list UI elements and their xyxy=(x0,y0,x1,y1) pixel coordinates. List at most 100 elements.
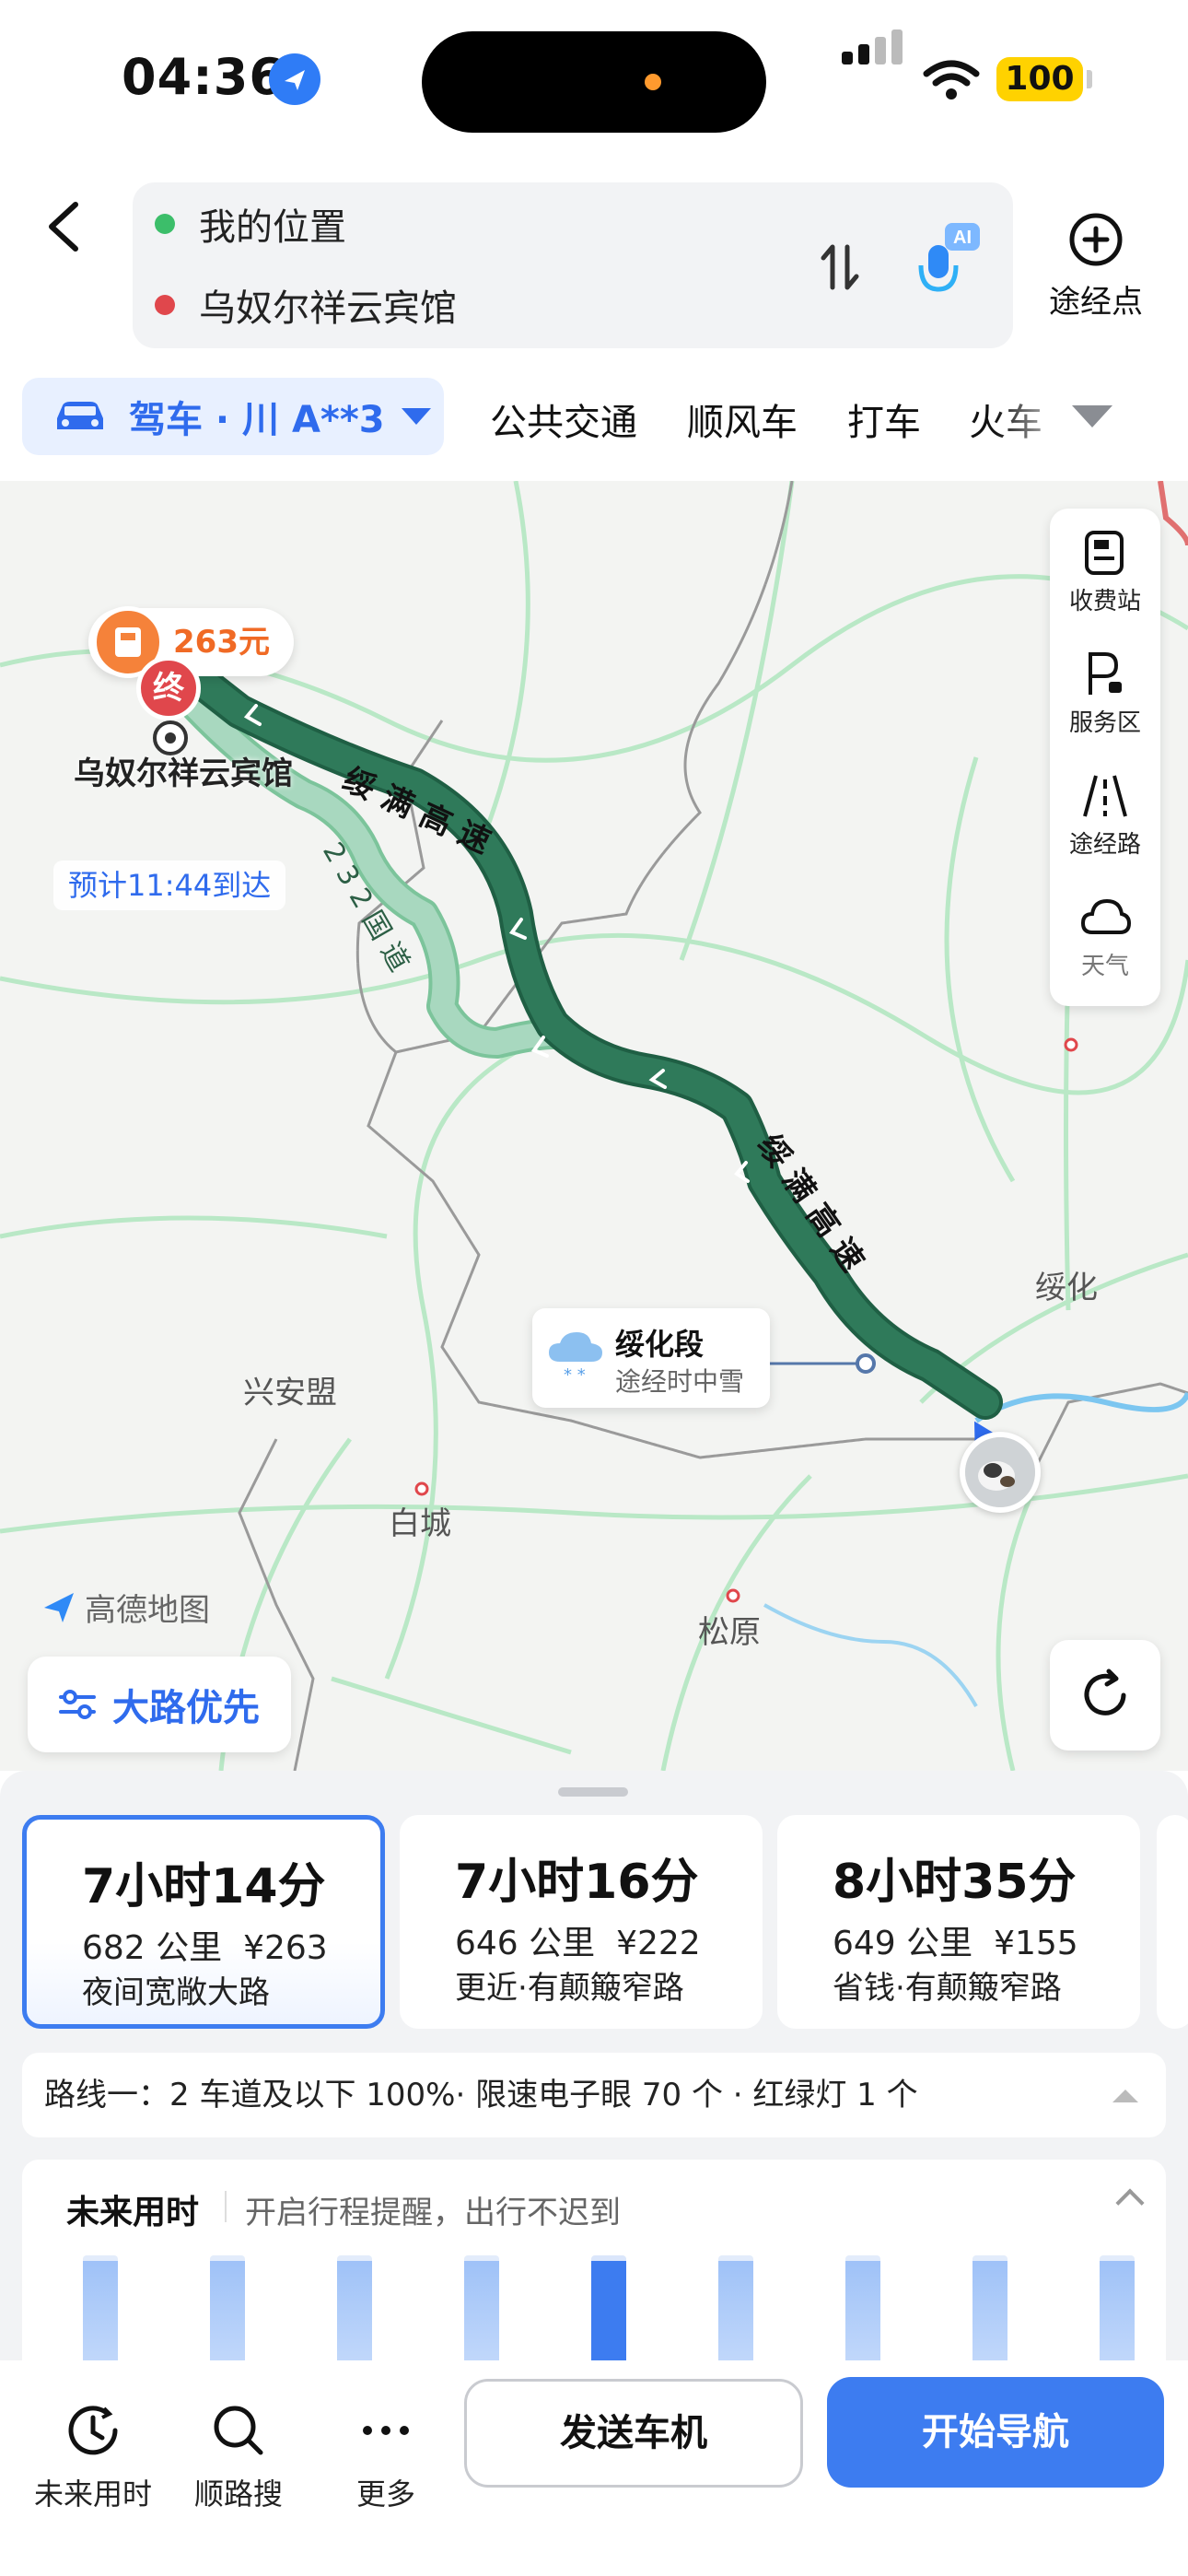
route-duration: 7小时14分 xyxy=(82,1859,326,1914)
ai-voice-icon[interactable]: AI xyxy=(908,219,982,302)
more-button[interactable]: 更多 xyxy=(317,2384,455,2523)
tab-drive-label: 驾车 · 川 A**3 xyxy=(129,399,385,441)
place-baicheng: 白城 xyxy=(389,1505,451,1542)
end-marker[interactable]: 终 xyxy=(136,656,201,720)
chevron-left-icon xyxy=(49,202,78,252)
future-time-title: 未来用时 xyxy=(66,2194,200,2231)
amap-logo-text: 高德地图 xyxy=(85,1592,210,1629)
weather-tool-label: 天气 xyxy=(1080,953,1129,980)
privacy-indicator-icon xyxy=(645,74,661,90)
route-description: 省钱·有颠簸窄路 xyxy=(833,1970,1062,2007)
service-area-tool[interactable]: 服务区 xyxy=(1050,630,1160,750)
tabs-more-icon[interactable] xyxy=(1072,405,1112,427)
cloud-icon xyxy=(1080,898,1131,934)
more-dots-icon xyxy=(363,2426,409,2435)
battery-level: 100 xyxy=(996,57,1083,101)
toll-station-tool[interactable]: 收费站 xyxy=(1050,509,1160,628)
future-time-divider xyxy=(225,2191,227,2222)
route-info-bar[interactable]: 路线一：2 车道及以下 100%· 限速电子眼 70 个 · 红绿灯 1 个 xyxy=(22,2053,1166,2137)
route-info-text: 路线一：2 车道及以下 100%· 限速电子眼 70 个 · 红绿灯 1 个 xyxy=(44,2077,918,2113)
refresh-button[interactable] xyxy=(1050,1640,1160,1751)
route-distance-price: 682 公里 ¥263 xyxy=(82,1929,328,1967)
swap-icon[interactable] xyxy=(812,230,868,304)
eta-chip: 预计11:44到达 xyxy=(53,861,286,910)
weather-card[interactable]: * * 绥化段 途经时中雪 xyxy=(532,1308,770,1408)
route-option-1[interactable]: 7小时14分 682 公里 ¥263 夜间宽敞大路 xyxy=(22,1815,385,2029)
origin-dot-icon xyxy=(155,214,175,234)
more-button-label: 更多 xyxy=(355,2476,415,2512)
map-view[interactable]: 绥 满 高 速 2 3 2 国 道 绥 满 高 速 绥化 兴安盟 白城 松原 2… xyxy=(0,481,1188,1771)
add-waypoint-button[interactable]: 途经点 xyxy=(1041,206,1151,326)
search-along-route-label: 顺路搜 xyxy=(193,2476,283,2512)
road-icon xyxy=(1083,775,1127,817)
via-road-label: 途经路 xyxy=(1068,831,1141,859)
ai-badge-text: AI xyxy=(953,228,972,248)
origin-field[interactable]: 我的位置 xyxy=(155,201,346,249)
route-option-3[interactable]: 8小时35分 649 公里 ¥155 省钱·有颠簸窄路 xyxy=(777,1815,1140,2029)
route-duration: 7小时16分 xyxy=(455,1855,699,1910)
toll-station-tool-label: 收费站 xyxy=(1068,588,1141,615)
waypoint-label: 途经点 xyxy=(1049,284,1143,321)
sliders-icon xyxy=(59,1690,96,1719)
place-songyuan: 松原 xyxy=(698,1614,761,1651)
road-preference-label: 大路优先 xyxy=(112,1687,260,1729)
search-along-route-button[interactable]: 顺路搜 xyxy=(169,2384,308,2523)
route-input-box: 我的位置 乌奴尔祥云宾馆 AI xyxy=(133,182,1013,348)
weather-card-title: 绥化段 xyxy=(615,1327,705,1362)
transport-tabs: 驾车 · 川 A**3 公共交通 顺风车 打车 火车 xyxy=(0,372,1188,464)
dynamic-island xyxy=(422,31,766,133)
weather-card-subtitle: 途经时中雪 xyxy=(615,1366,745,1397)
search-icon xyxy=(214,2406,263,2455)
bottom-action-bar: 未来用时 顺路搜 更多 发送车机 开始导航 xyxy=(0,2360,1188,2576)
location-arrow-icon xyxy=(269,53,320,105)
route-description: 夜间宽敞大路 xyxy=(82,1974,270,2011)
service-area-icon xyxy=(1089,652,1122,695)
svg-text:* *: * * xyxy=(564,1365,586,1384)
destination-field[interactable]: 乌奴尔祥云宾馆 xyxy=(155,282,457,330)
future-time-subtitle: 开启行程提醒，出行不迟到 xyxy=(245,2195,621,2231)
amap-logo-icon xyxy=(44,1592,74,1622)
via-road-tool[interactable]: 途经路 xyxy=(1050,752,1160,872)
caret-down-icon xyxy=(401,408,431,425)
tab-drive[interactable]: 驾车 · 川 A**3 xyxy=(22,378,444,455)
caret-up-icon xyxy=(1112,2090,1138,2102)
route-duration: 8小时35分 xyxy=(833,1855,1077,1910)
destination-map-label[interactable]: 乌奴尔祥云宾馆 xyxy=(74,748,295,800)
car-icon xyxy=(57,402,103,429)
route-description: 更近·有颠簸窄路 xyxy=(455,1970,684,2007)
future-time-button[interactable]: 未来用时 xyxy=(24,2384,162,2523)
place-xinganmeng: 兴安盟 xyxy=(243,1375,337,1411)
future-time-button-label: 未来用时 xyxy=(33,2476,152,2512)
weather-tool[interactable]: 天气 xyxy=(1050,873,1160,993)
snow-cloud-icon: * * xyxy=(549,1332,602,1384)
place-suihua: 绥化 xyxy=(1035,1270,1098,1306)
destination-text: 乌奴尔祥云宾馆 xyxy=(199,287,457,330)
battery-cap xyxy=(1087,70,1092,88)
send-to-car-button[interactable]: 发送车机 xyxy=(464,2379,803,2488)
wifi-icon xyxy=(923,59,980,105)
route-distance-price: 646 公里 ¥222 xyxy=(455,1925,701,1962)
start-navigation-button[interactable]: 开始导航 xyxy=(827,2377,1164,2488)
status-time: 04:36 xyxy=(122,48,285,106)
route-distance-price: 649 公里 ¥155 xyxy=(833,1925,1078,1962)
route-option-2[interactable]: 7小时16分 646 公里 ¥222 更近·有颠簸窄路 xyxy=(400,1815,763,2029)
user-avatar-marker[interactable] xyxy=(960,1432,1041,1513)
tab-public-transit[interactable]: 公共交通 xyxy=(490,392,637,446)
refresh-icon xyxy=(1084,1669,1126,1715)
tab-ride-share[interactable]: 顺风车 xyxy=(687,392,798,446)
route-option-peek[interactable] xyxy=(1157,1815,1188,2029)
tab-taxi[interactable]: 打车 xyxy=(847,392,921,446)
back-button[interactable] xyxy=(37,190,92,263)
destination-dot-icon xyxy=(155,295,175,315)
map-tools-panel: 收费站 服务区 途经路 天气 xyxy=(1050,509,1160,1006)
amap-logo: 高德地图 xyxy=(41,1585,210,1630)
road-preference-button[interactable]: 大路优先 xyxy=(28,1657,291,1752)
plus-circle-icon xyxy=(1069,213,1123,266)
origin-text: 我的位置 xyxy=(199,206,346,249)
clock-icon xyxy=(68,2406,118,2455)
chevron-up-icon[interactable] xyxy=(1115,2188,1145,2218)
tab-fade xyxy=(995,372,1077,464)
service-area-label: 服务区 xyxy=(1068,709,1141,737)
sheet-grabber[interactable] xyxy=(558,1787,628,1797)
status-bar: 04:36 100 xyxy=(0,0,1188,166)
